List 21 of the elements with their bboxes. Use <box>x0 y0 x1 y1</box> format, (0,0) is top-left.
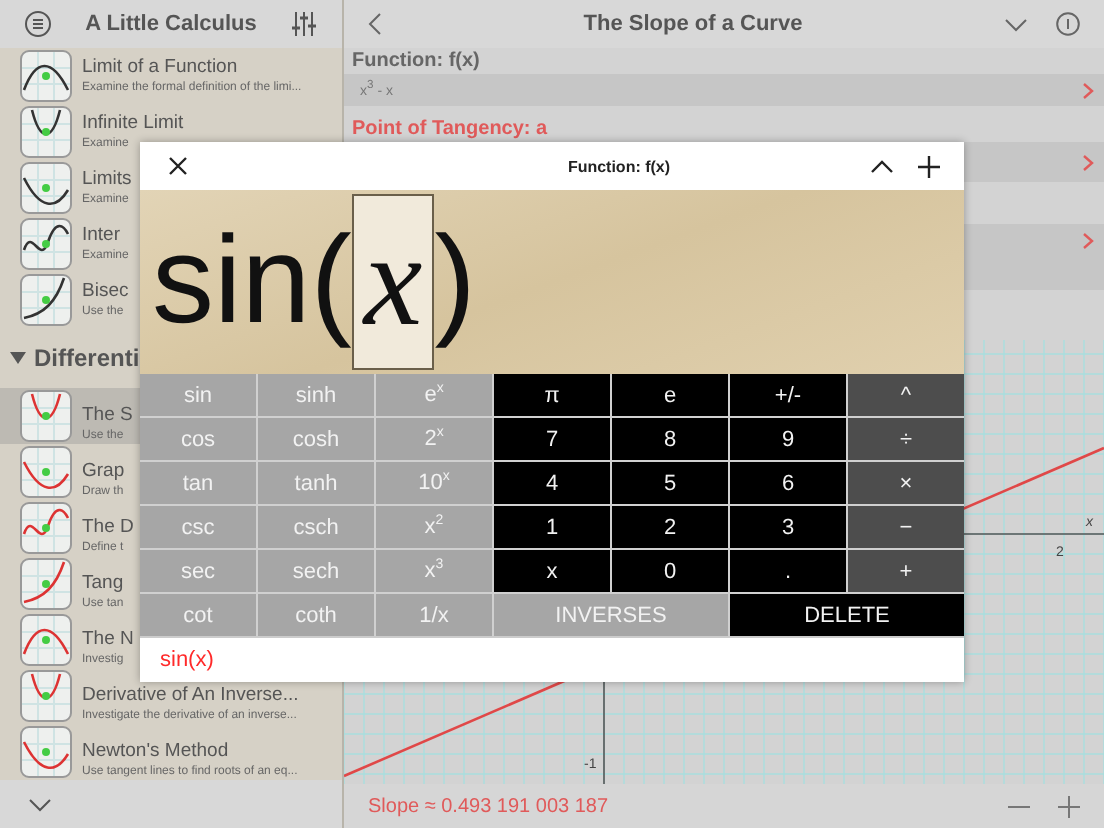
slope-readout: Slope ≈ 0.493 191 003 187 <box>368 795 609 817</box>
lesson-title: Limits <box>82 168 132 192</box>
lesson-title: Grap <box>82 460 125 484</box>
lesson-title: The N <box>82 628 134 652</box>
field-label: Function: f(x) <box>350 48 482 74</box>
lesson-title: The D <box>82 516 134 540</box>
app-title: A Little Calculus <box>85 12 257 36</box>
lesson-title: Limit of a Function <box>82 56 238 80</box>
lesson-title: Derivative of An Inverse... <box>82 684 299 708</box>
expression-text: ) <box>434 220 476 344</box>
lesson-title: The S <box>82 404 133 428</box>
lesson-title: Tang <box>82 572 124 596</box>
section-title: Differenti <box>34 344 140 372</box>
lesson-title: Newton's Method <box>82 740 229 764</box>
lesson-title: Infinite Limit <box>82 112 184 136</box>
page-title: The Slope of a Curve <box>583 12 803 36</box>
expression-text: sin( <box>152 220 352 344</box>
lesson-title: Inter <box>82 224 121 248</box>
lesson-title: Bisec <box>82 280 129 304</box>
dialog-title: Function: f(x) <box>567 157 671 175</box>
field-label: Point of Tangency: a <box>350 116 550 142</box>
